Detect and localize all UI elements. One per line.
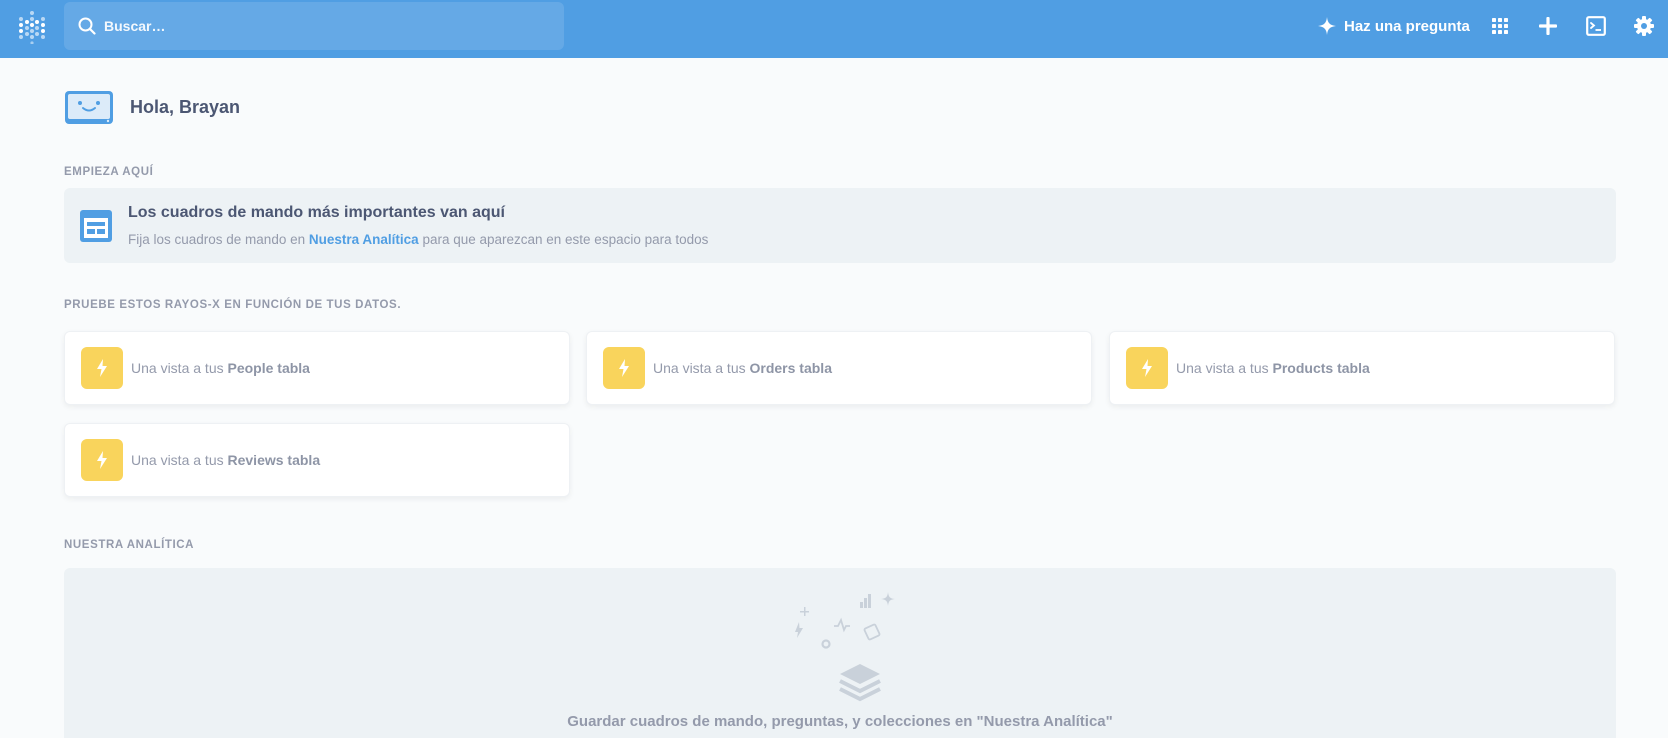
xray-card-people[interactable]: Una vista a tus People tabla	[64, 331, 570, 405]
start-here-label: EMPIEZA AQUÍ	[64, 166, 154, 178]
xray-card-label: Una vista a tus Products tabla	[1176, 360, 1370, 376]
apps-grid-button[interactable]	[1488, 14, 1512, 38]
bolt-icon	[1142, 359, 1152, 377]
empty-collection-illustration-icon	[795, 592, 895, 702]
plus-icon	[1539, 17, 1557, 35]
pin-dashboard-panel: Los cuadros de mando más importantes van…	[64, 188, 1616, 263]
xray-card-label: Una vista a tus Reviews tabla	[131, 452, 321, 468]
xray-card-products[interactable]: Una vista a tus Products tabla	[1109, 331, 1615, 405]
search-icon	[78, 17, 96, 35]
apps-grid-icon	[1492, 18, 1508, 34]
pin-dashboard-title: Los cuadros de mando más importantes van…	[128, 204, 505, 221]
our-analytics-empty-panel: Guardar cuadros de mando, preguntas, y c…	[64, 568, 1616, 738]
top-nav: Haz una pregunta	[0, 0, 1668, 58]
pin-dashboard-description: Fija los cuadros de mando en Nuestra Ana…	[128, 232, 708, 247]
bolt-badge	[81, 347, 123, 389]
bolt-icon	[97, 451, 107, 469]
ask-question-button[interactable]: Haz una pregunta	[1318, 12, 1470, 40]
new-button[interactable]	[1536, 14, 1560, 38]
pin-desc-text-after: para que aparezcan en este espacio para …	[422, 232, 709, 247]
empty-collection-message: Guardar cuadros de mando, preguntas, y c…	[567, 713, 1113, 730]
bolt-icon	[619, 359, 629, 377]
search-input[interactable]	[104, 18, 524, 34]
xray-card-orders[interactable]: Una vista a tus Orders tabla	[586, 331, 1092, 405]
sparkle-icon	[1318, 17, 1336, 35]
xray-card-reviews[interactable]: Una vista a tus Reviews tabla	[64, 423, 570, 497]
settings-button[interactable]	[1632, 14, 1656, 38]
xrays-label: PRUEBE ESTOS RAYOS-X EN FUNCIÓN DE TUS D…	[64, 299, 402, 311]
gear-icon	[1634, 16, 1654, 36]
metabase-logo-icon[interactable]	[18, 10, 46, 44]
bolt-badge	[81, 439, 123, 481]
our-analytics-label: NUESTRA ANALÍTICA	[64, 539, 195, 551]
ask-question-label: Haz una pregunta	[1344, 17, 1470, 35]
metabot-icon	[65, 91, 113, 124]
sql-editor-button[interactable]	[1584, 14, 1608, 38]
search-bar[interactable]	[64, 2, 564, 50]
greeting-title: Hola, Brayan	[130, 97, 241, 117]
xray-card-label: Una vista a tus People tabla	[131, 360, 310, 376]
notebook-icon	[1586, 16, 1606, 36]
bolt-badge	[1126, 347, 1168, 389]
dashboard-icon	[80, 210, 112, 242]
bolt-icon	[97, 359, 107, 377]
xray-card-label: Una vista a tus Orders tabla	[653, 360, 832, 376]
our-analytics-link[interactable]: Nuestra Analítica	[309, 232, 419, 247]
bolt-badge	[603, 347, 645, 389]
pin-desc-text-before: Fija los cuadros de mando en	[128, 232, 306, 247]
